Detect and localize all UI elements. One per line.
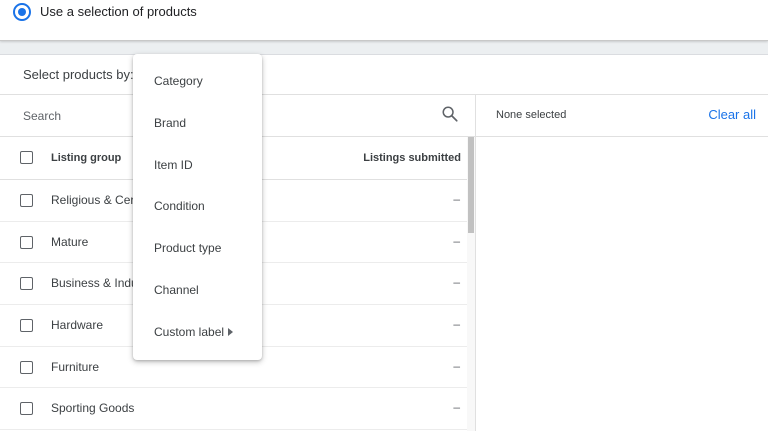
product-selector-panel: Select products by: Listing group Listin… [0, 54, 768, 431]
menu-item-condition[interactable]: Condition [133, 188, 262, 224]
menu-item-label: Condition [154, 199, 205, 213]
product-selection-option: Use a selection of products [0, 0, 768, 41]
menu-item-product-type[interactable]: Product type [133, 230, 262, 266]
table-row[interactable]: Sporting Goods – [0, 388, 467, 431]
select-by-dropdown-menu: Category Brand Item ID Condition Product… [133, 54, 262, 360]
menu-item-channel[interactable]: Channel [133, 272, 262, 308]
selector-header: Select products by: [0, 55, 768, 95]
row-listings-value: – [453, 317, 460, 332]
selected-items-pane: None selected Clear all [476, 95, 768, 431]
column-header-listings-submitted[interactable]: Listings submitted [363, 152, 461, 164]
select-products-by-label: Select products by: [23, 67, 134, 82]
caret-right-icon [228, 328, 233, 336]
row-label: Religious & Cere [51, 193, 142, 207]
row-checkbox[interactable] [20, 360, 33, 374]
radio-selected-dot [18, 8, 26, 16]
row-checkbox[interactable] [20, 277, 33, 291]
menu-item-label: Custom label [154, 325, 225, 339]
menu-item-custom-label[interactable]: Custom label [133, 314, 262, 350]
row-label: Hardware [51, 318, 104, 333]
menu-item-label: Category [154, 74, 203, 88]
row-checkbox[interactable] [20, 194, 33, 207]
listing-scrollbar[interactable] [467, 137, 475, 431]
selected-items-header: None selected Clear all [476, 95, 768, 137]
search-icon[interactable] [441, 105, 459, 123]
selection-status: None selected [496, 109, 567, 121]
clear-all-button[interactable]: Clear all [708, 107, 756, 122]
row-checkbox[interactable] [20, 402, 33, 416]
menu-item-item-id[interactable]: Item ID [133, 147, 262, 183]
menu-item-category[interactable]: Category [133, 63, 262, 99]
row-listings-value: – [453, 192, 460, 206]
row-listings-value: – [453, 400, 460, 415]
row-listings-value: – [453, 275, 460, 290]
menu-item-label: Channel [154, 283, 199, 297]
column-header-listing-group[interactable]: Listing group [51, 152, 121, 164]
row-label: Mature [51, 234, 89, 249]
row-label: Furniture [51, 359, 100, 374]
menu-item-label: Product type [154, 241, 222, 255]
select-all-checkbox[interactable] [20, 151, 33, 164]
menu-item-label: Item ID [154, 158, 193, 172]
selection-radio-label[interactable]: Use a selection of products [40, 4, 197, 19]
row-listings-value: – [453, 233, 460, 248]
row-label: Sporting Goods [51, 401, 135, 416]
menu-item-label: Brand [154, 116, 187, 130]
scrollbar-thumb[interactable] [468, 137, 474, 233]
row-checkbox[interactable] [20, 319, 33, 333]
row-checkbox[interactable] [20, 235, 33, 249]
menu-item-brand[interactable]: Brand [133, 105, 262, 141]
selection-radio-button[interactable] [13, 3, 31, 21]
row-listings-value: – [453, 358, 460, 373]
row-label: Business & Indus [51, 276, 144, 291]
